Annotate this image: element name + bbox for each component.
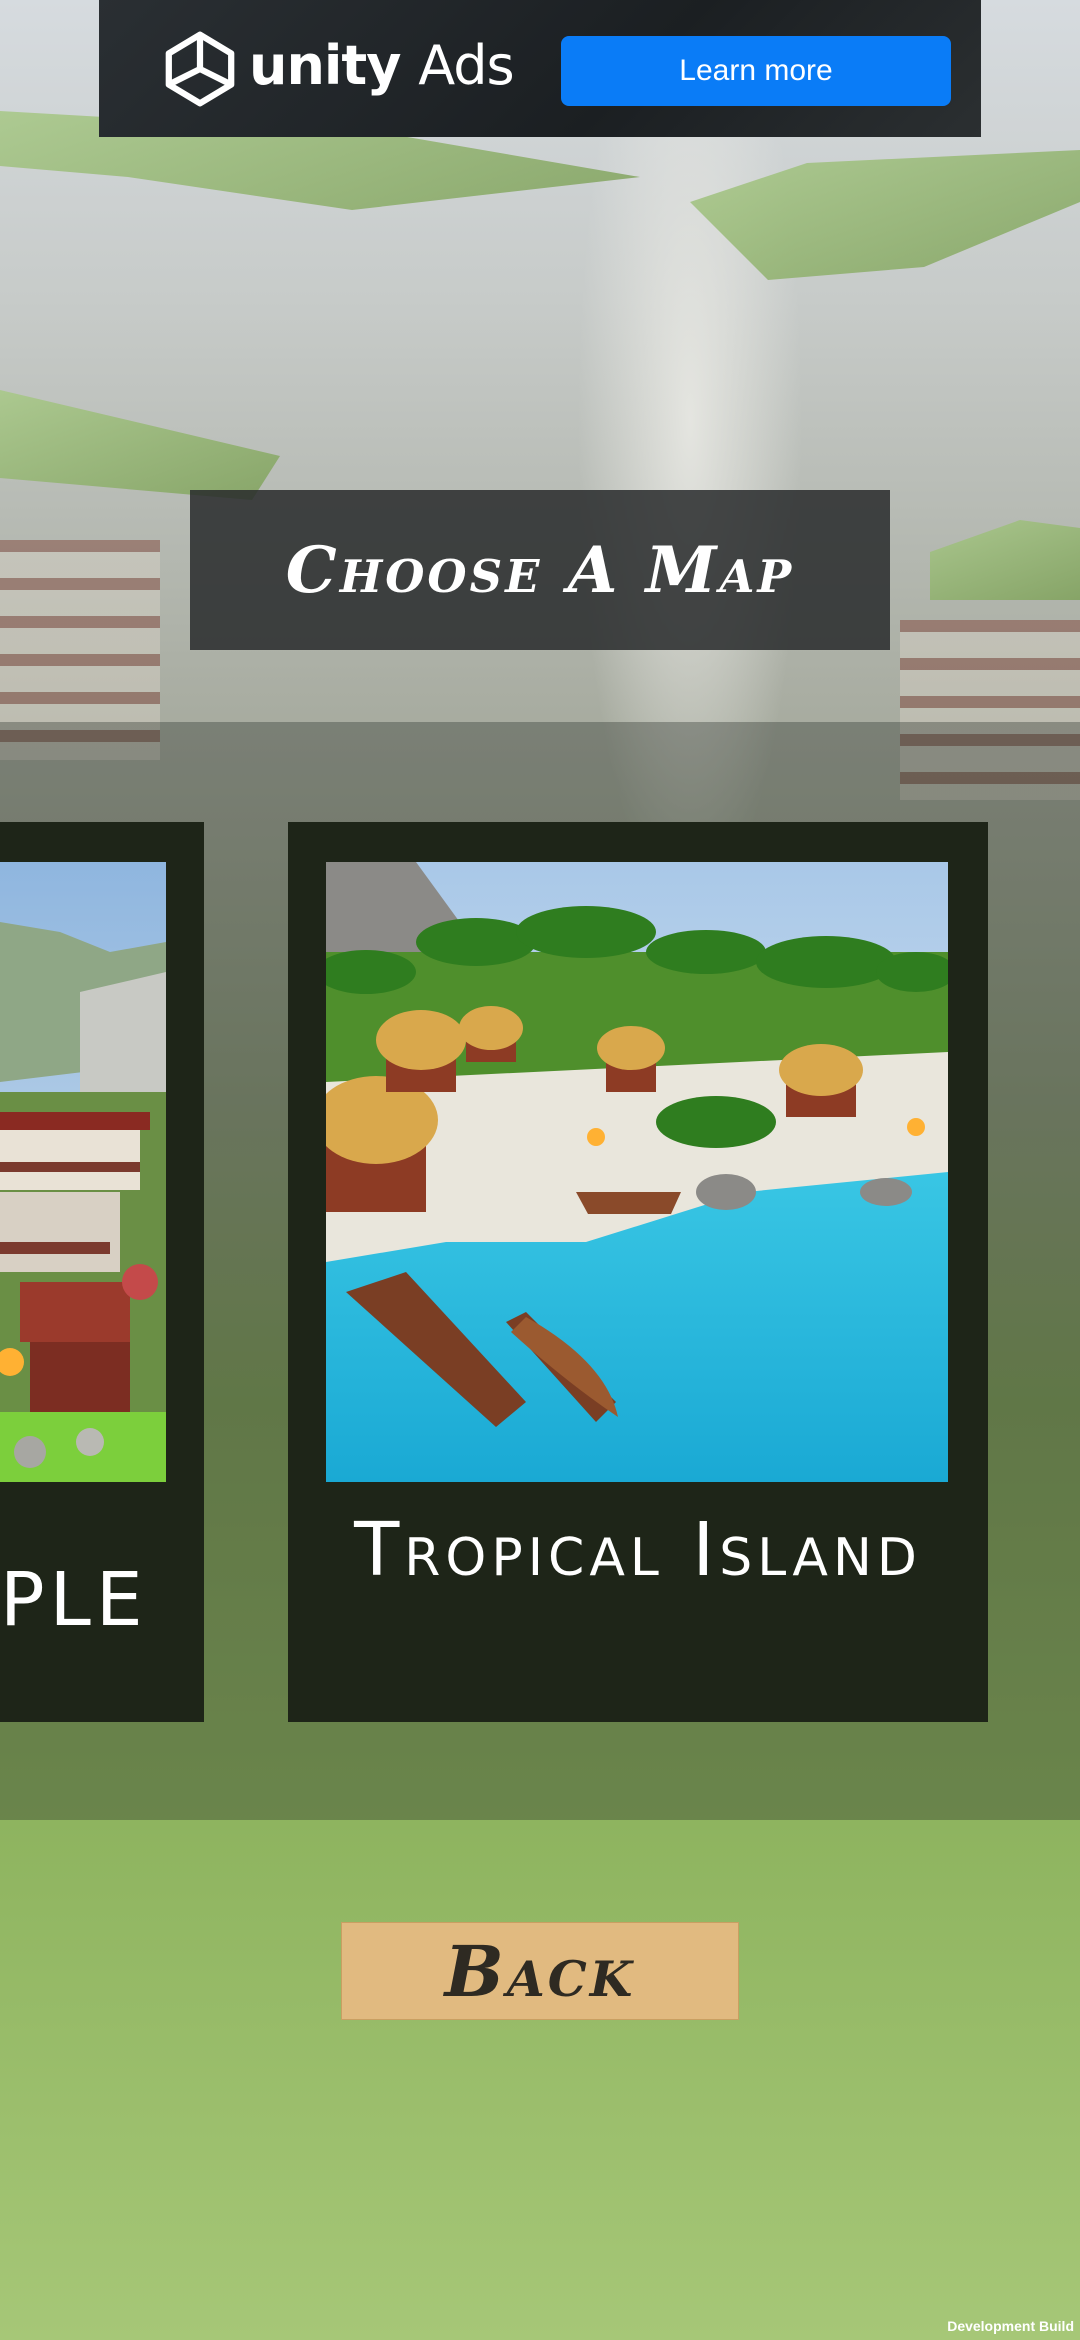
map-thumbnail <box>0 862 166 1482</box>
temple-map-image <box>0 862 166 1482</box>
map-label: Tropical Island <box>354 1507 922 1593</box>
floating-rock <box>690 150 1080 280</box>
map-carousel[interactable]: PLE Tropical Island <box>0 722 1080 1820</box>
ad-brand-light: Ads <box>418 34 514 97</box>
map-label: PLE <box>0 1557 148 1643</box>
back-button[interactable]: Back <box>341 1922 739 2020</box>
map-card-tropical-island[interactable]: Tropical Island <box>288 822 988 1722</box>
ad-brand-text: unity Ads <box>249 34 515 97</box>
development-build-label: Development Build <box>947 2318 1074 2334</box>
learn-more-button[interactable]: Learn more <box>561 36 951 106</box>
unity-logo-icon <box>165 31 235 107</box>
tropical-island-map-image <box>326 862 948 1482</box>
ad-banner[interactable]: unity Ads Learn more <box>99 0 981 137</box>
map-card-temple[interactable]: PLE <box>0 822 204 1722</box>
floating-rock <box>930 520 1080 600</box>
map-thumbnail <box>326 862 948 1482</box>
title-panel: Choose A Map <box>190 490 890 650</box>
page-title: Choose A Map <box>285 532 795 608</box>
ad-brand-bold: unity <box>249 34 401 97</box>
floating-rock <box>0 390 280 500</box>
